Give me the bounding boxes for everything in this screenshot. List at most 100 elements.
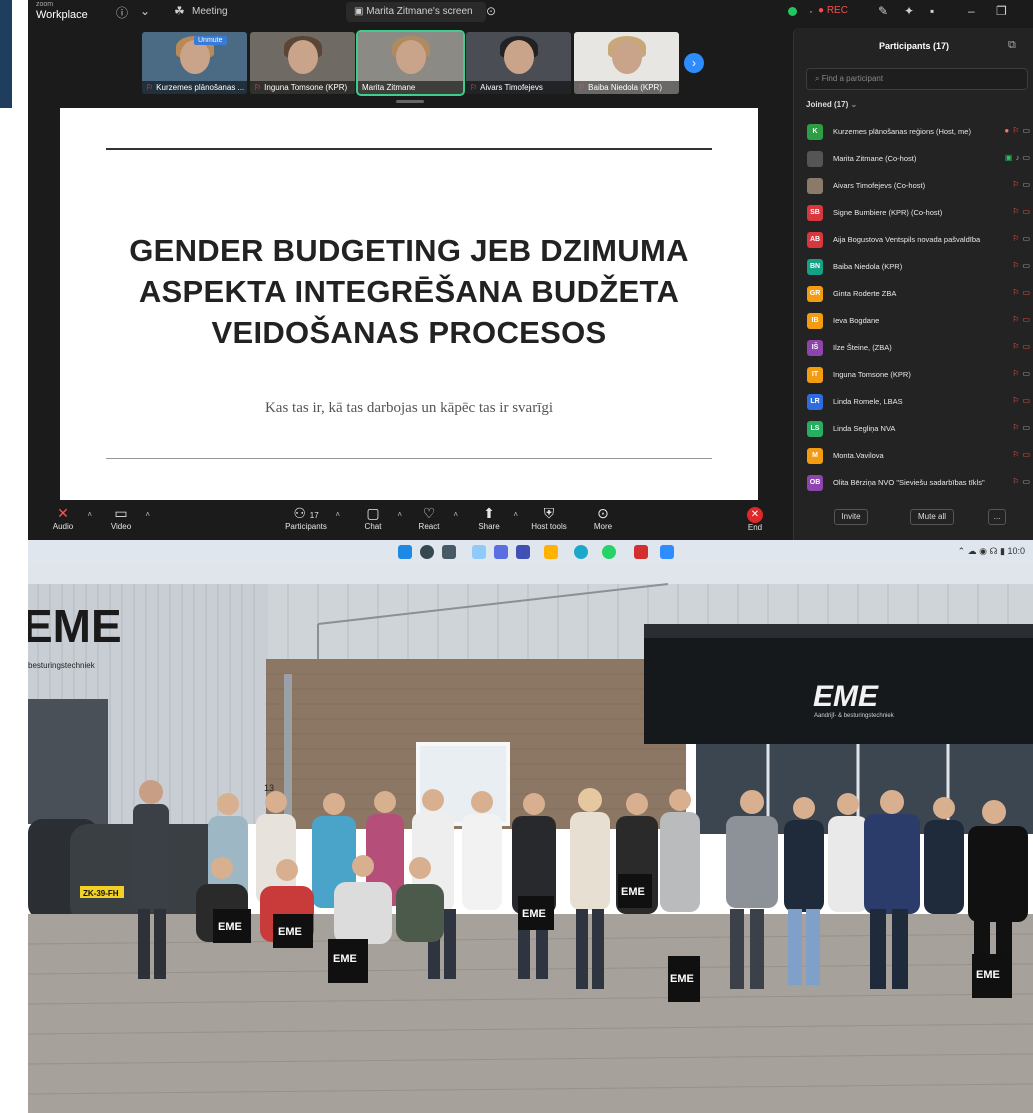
tote-bag-logo: EME [278, 926, 302, 938]
participant-status-icons[interactable]: ⚐ ▭ [1012, 288, 1030, 297]
participants-panel: Participants (17) ⧉ ⌕ Find a participant… [793, 28, 1033, 540]
participant-status-icons[interactable]: ⚐ ▭ [1012, 369, 1030, 378]
participant-row[interactable]: IT Inguna Tomsone (KPR) ⚐ ▭ [794, 361, 1033, 388]
start-icon[interactable] [398, 545, 412, 559]
participant-status-icons[interactable]: ⚐ ▭ [1012, 396, 1030, 405]
video-thumbnail[interactable]: ⚐ Aivars Timofejevs [466, 32, 571, 94]
zoom-icon[interactable] [660, 545, 674, 559]
participant-avatar: GR [807, 285, 823, 302]
annotate-icon[interactable]: ✎ [878, 4, 888, 18]
edge-icon[interactable] [574, 545, 588, 559]
thumbnail-name: ⚐ Inguna Tomsone (KPR) [250, 81, 355, 94]
participant-status-icons[interactable]: ● ⚐ ▭ [1004, 126, 1030, 135]
participant-status-icons[interactable]: ⚐ ▭ [1012, 477, 1030, 486]
thumbnail-label: Marita Zitmane [362, 83, 416, 92]
invite-button[interactable]: Invite [834, 509, 868, 525]
participant-status-icons[interactable]: ⚐ ▭ [1012, 234, 1030, 243]
muted-mic-icon: ⚐ [1012, 369, 1020, 378]
maximize-icon[interactable]: ❐ [996, 4, 1007, 18]
widget-icon[interactable] [472, 545, 486, 559]
participant-row[interactable]: LR Linda Romele, LBAS ⚐ ▭ [794, 388, 1033, 415]
security-status-icon[interactable] [788, 7, 797, 16]
participant-row[interactable]: BN Baiba Niedola (KPR) ⚐ ▭ [794, 253, 1033, 280]
camera-icon: ▭ [1022, 261, 1030, 270]
system-tray[interactable]: ⌃ ☁ ◉ ☊ ▮ 10:0 [958, 546, 1025, 557]
unmute-button[interactable]: Unmute [194, 36, 227, 45]
share-button[interactable]: ⬆ Share ˄ [462, 504, 518, 531]
camera-off-icon: ▭ [1022, 288, 1030, 297]
host-tools-label: Host tools [531, 522, 567, 531]
participant-status-icons[interactable]: ⚐ ▭ [1012, 180, 1030, 189]
participant-status-icons[interactable]: ⚐ ▭ [1012, 342, 1030, 351]
participant-row[interactable]: GR Ginta Roderte ZBA ⚐ ▭ [794, 280, 1033, 307]
participant-row[interactable]: M Monta.Vavilova ⚐ ▭ [794, 442, 1033, 469]
video-thumbnail-active[interactable]: Marita Zitmane [356, 30, 465, 96]
muted-mic-icon: ⚐ [1012, 396, 1020, 405]
pdf-icon[interactable] [634, 545, 648, 559]
participant-name: Aivars Timofejevs (Co-host) [833, 181, 926, 190]
caret-up-icon[interactable]: ˄ [335, 510, 340, 519]
next-page-icon[interactable]: › [684, 53, 704, 73]
participant-row[interactable]: OB Olita Bērziņa NVO "Sieviešu sadarbības… [794, 469, 1033, 496]
participant-row[interactable]: K Kurzemes plānošanas reģions (Host, me) ●… [794, 118, 1033, 145]
participant-row[interactable]: IŠ Ilze Šteine, (ZBA) ⚐ ▭ [794, 334, 1033, 361]
participant-row[interactable]: SB Signe Bumbiere (KPR) (Co-host) ⚐ ▭ [794, 199, 1033, 226]
mute-all-button[interactable]: Mute all [910, 509, 954, 525]
more-button[interactable]: ⊙ More [576, 504, 630, 531]
caret-up-icon[interactable]: ˄ [145, 510, 150, 519]
popout-icon[interactable]: ⧉ [1008, 39, 1016, 52]
search-icon[interactable] [420, 545, 434, 559]
participant-name: Monta.Vavilova [833, 451, 884, 460]
slide-title-line: GENDER BUDGETING JEB DZIMUMA [129, 233, 689, 268]
participant-row[interactable]: AB Aija Bogustova Ventspils novada pašval… [794, 226, 1033, 253]
store-icon[interactable] [516, 545, 530, 559]
teams-icon[interactable] [494, 545, 508, 559]
participant-status-icons[interactable]: ⚐ ▭ [1012, 315, 1030, 324]
panel-more-button[interactable]: ... [988, 509, 1006, 525]
panel-title: Participants (17) [878, 41, 950, 51]
participant-avatar: M [807, 447, 823, 464]
react-button[interactable]: ♡ React ˄ [402, 504, 458, 531]
participant-row[interactable]: IB Ieva Bogdane ⚐ ▭ [794, 307, 1033, 334]
participant-status-icons[interactable]: ⚐ ▭ [1012, 423, 1030, 432]
task-view-icon[interactable] [442, 545, 456, 559]
participant-row[interactable]: LS Linda Segliņa NVA ⚐ ▭ [794, 415, 1033, 442]
joined-section-header[interactable]: Joined (17) ⌄ [806, 100, 857, 109]
participant-status-icons[interactable]: ⚐ ▭ [1012, 207, 1030, 216]
participant-status-icons[interactable]: ⚐ ▭ [1012, 261, 1030, 270]
camera-icon: ▭ [114, 505, 128, 521]
muted-mic-icon: ⚐ [1012, 126, 1020, 135]
info-icon[interactable]: ⓘ [116, 4, 128, 21]
screen-share-tab[interactable]: ▣ Marita Zitmane's screen [346, 2, 486, 22]
folder-icon[interactable] [544, 545, 558, 559]
participant-row[interactable]: Aivars Timofejevs (Co-host) ⚐ ▭ [794, 172, 1033, 199]
camera-off-icon: ▭ [1022, 396, 1030, 405]
video-button[interactable]: ▭ Video ˄ [94, 504, 150, 531]
recording-indicator[interactable]: ● REC [818, 5, 848, 16]
chat-button[interactable]: ▢ Chat ˄ [346, 504, 402, 531]
shield-icon[interactable]: ⌄ [140, 4, 150, 18]
caret-up-icon[interactable]: ˄ [453, 510, 458, 519]
end-button[interactable]: ✕ End [728, 504, 782, 532]
participants-button[interactable]: ⚇ 17 Participants ˄ [274, 504, 340, 531]
more-options-icon[interactable]: ⊙ [486, 4, 496, 18]
video-thumbnail[interactable]: ⚐ Inguna Tomsone (KPR) [250, 32, 355, 94]
audio-button[interactable]: ✕ Audio ˄ [36, 504, 92, 531]
participant-status-icons[interactable]: ⚐ ▭ [1012, 450, 1030, 459]
minimize-icon[interactable]: – [968, 4, 975, 18]
notes-icon[interactable]: ▪ [930, 4, 934, 18]
participant-status-icons[interactable]: ▣ ♪ ▭ [1005, 153, 1030, 162]
resize-handle[interactable] [396, 100, 424, 103]
pin-icon[interactable]: ✦ [904, 4, 914, 18]
whatsapp-icon[interactable] [602, 545, 616, 559]
participant-row[interactable]: Marita Zitmane (Co-host) ▣ ♪ ▭ [794, 145, 1033, 172]
heart-icon: ♡ [422, 505, 436, 521]
camera-icon: ▭ [1022, 234, 1030, 243]
meeting-label[interactable]: Meeting [192, 6, 228, 17]
video-thumbnail[interactable]: Unmute ⚐ Kurzemes plānošanas ... [142, 32, 247, 94]
caret-up-icon[interactable]: ˄ [513, 510, 518, 519]
caret-up-icon[interactable]: ˄ [87, 510, 92, 519]
host-tools-button[interactable]: ⛨ Host tools [522, 504, 576, 531]
video-thumbnail[interactable]: ⚐ Baiba Niedola (KPR) [574, 32, 679, 94]
participant-search-input[interactable]: ⌕ Find a participant [806, 68, 1028, 90]
